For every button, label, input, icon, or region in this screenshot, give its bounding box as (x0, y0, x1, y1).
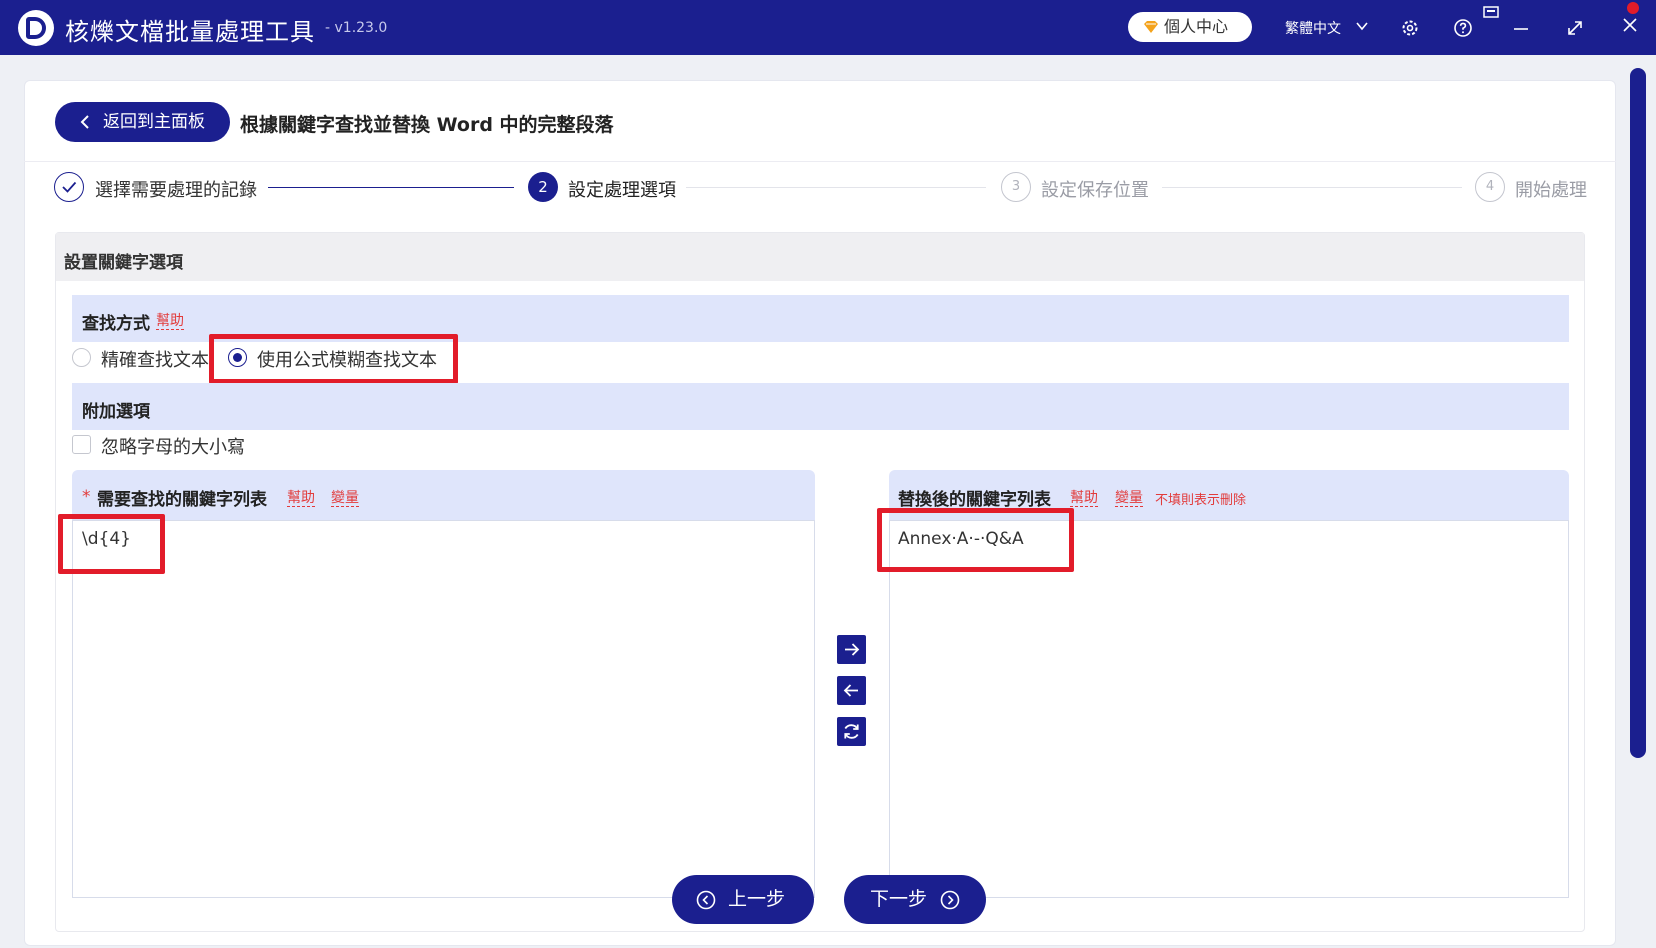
back-label: 返回到主面板 (103, 112, 205, 132)
app-logo-icon (18, 10, 54, 46)
replace-keywords-textarea[interactable] (889, 520, 1569, 898)
title-bar: 核爍文檔批量處理工具 - v1.23.0 個人中心 繁體中文 (0, 0, 1656, 55)
extra-options-section (72, 383, 1569, 430)
move-left-button[interactable] (837, 676, 866, 705)
back-to-main-button[interactable]: 返回到主面板 (55, 102, 230, 142)
extra-options-title: 附加選項 (82, 402, 150, 422)
step-connector (1162, 187, 1462, 188)
user-center-label: 個人中心 (1164, 17, 1229, 36)
language-selector[interactable]: 繁體中文 (1285, 18, 1341, 38)
search-mode-title: 查找方式 (82, 314, 150, 334)
arrow-right-icon (845, 643, 860, 656)
chevron-down-icon[interactable] (1355, 19, 1369, 33)
app-version: - v1.23.0 (325, 20, 388, 36)
formula-search-label[interactable]: 使用公式模糊查找文本 (257, 346, 437, 372)
formula-search-radio[interactable] (228, 348, 247, 367)
next-step-button[interactable]: 下一步 (844, 875, 986, 924)
feedback-icon[interactable] (1482, 5, 1500, 21)
chevron-left-circle-icon (696, 890, 716, 910)
step-2-label: 設定處理選項 (568, 180, 676, 201)
step-3-number: 3 (1001, 172, 1031, 202)
search-mode-section (72, 295, 1569, 342)
refresh-button[interactable] (837, 717, 866, 746)
maximize-icon[interactable] (1565, 18, 1585, 38)
step-4-number: 4 (1475, 172, 1505, 202)
exact-search-label[interactable]: 精確查找文本 (101, 346, 209, 372)
diamond-icon (1144, 21, 1158, 33)
step-1-label: 選擇需要處理的記錄 (95, 180, 257, 201)
chevron-right-circle-icon (940, 890, 960, 910)
ignore-case-label[interactable]: 忽略字母的大小寫 (101, 433, 245, 459)
previous-step-label: 上一步 (728, 888, 786, 910)
keyword-options-header (56, 233, 1584, 281)
step-2-number: 2 (528, 172, 558, 202)
close-icon[interactable] (1620, 15, 1640, 35)
step-3-label: 設定保存位置 (1041, 180, 1149, 201)
ignore-case-checkbox[interactable] (72, 435, 91, 454)
chevron-left-icon (80, 115, 89, 129)
move-right-button[interactable] (837, 635, 866, 664)
notification-icon[interactable] (1625, 0, 1641, 16)
step-1-check-icon (54, 172, 84, 202)
previous-step-button[interactable]: 上一步 (672, 875, 814, 924)
search-mode-help-link[interactable]: 幫助 (156, 313, 184, 330)
replace-list-help-link[interactable]: 幫助 (1070, 490, 1098, 507)
step-4-label: 開始處理 (1515, 180, 1587, 201)
find-keyword-value: \d{4} (82, 529, 131, 549)
keyword-options-title: 設置關鍵字選項 (64, 253, 183, 273)
user-center-button[interactable]: 個人中心 (1128, 12, 1252, 42)
step-connector (686, 187, 986, 188)
minimize-icon[interactable] (1511, 18, 1531, 38)
vertical-scrollbar[interactable] (1630, 68, 1646, 758)
header-divider (24, 161, 1616, 162)
replace-list-note: 不填則表示刪除 (1155, 493, 1247, 508)
find-list-title: 需要查找的關鍵字列表 (97, 490, 267, 510)
exact-search-radio[interactable] (72, 348, 91, 367)
settings-icon[interactable] (1400, 18, 1420, 38)
step-connector (268, 187, 514, 188)
page-title: 根據關鍵字查找並替換 Word 中的完整段落 (240, 114, 614, 136)
find-list-variable-link[interactable]: 變量 (331, 490, 359, 507)
arrow-left-icon (843, 684, 858, 697)
required-mark: * (82, 487, 91, 507)
next-step-label: 下一步 (870, 888, 928, 910)
help-icon[interactable] (1453, 18, 1473, 38)
replace-list-variable-link[interactable]: 變量 (1115, 490, 1143, 507)
find-list-help-link[interactable]: 幫助 (287, 490, 315, 507)
replace-list-title: 替換後的關鍵字列表 (898, 490, 1051, 510)
replace-keyword-value: Annex·A·-·Q&A (898, 529, 1024, 549)
app-title: 核爍文檔批量處理工具 (65, 18, 315, 46)
find-keywords-textarea[interactable] (72, 520, 815, 898)
refresh-icon (844, 724, 859, 739)
